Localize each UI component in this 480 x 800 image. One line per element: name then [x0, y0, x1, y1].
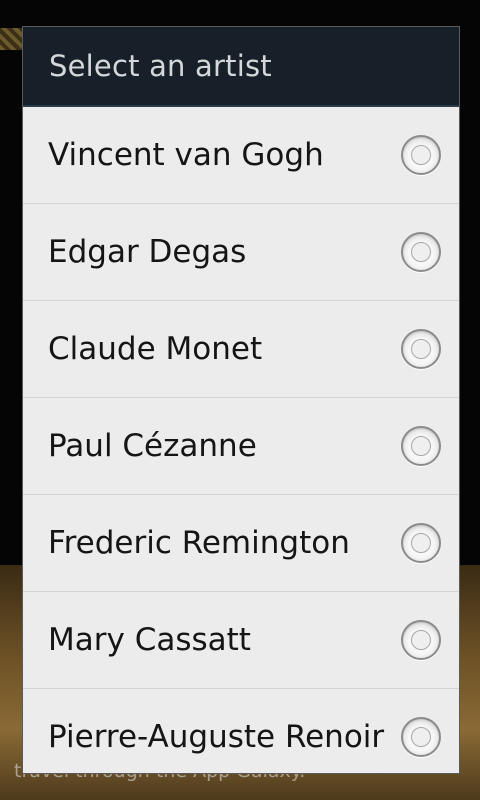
list-item-edgar-degas[interactable]: Edgar Degas	[23, 204, 459, 301]
radio-button[interactable]	[401, 232, 441, 272]
dialog-title: Select an artist	[49, 49, 272, 83]
radio-button[interactable]	[401, 426, 441, 466]
radio-circle-icon	[411, 145, 431, 165]
select-artist-dialog: Select an artist Vincent van Gogh Edgar …	[22, 26, 460, 774]
radio-circle-icon	[411, 630, 431, 650]
radio-button[interactable]	[401, 717, 441, 757]
list-item-label: Frederic Remington	[48, 525, 350, 561]
radio-circle-icon	[411, 339, 431, 359]
list-item-label: Paul Cézanne	[48, 428, 257, 464]
screen: travel through the App Galaxy. Select an…	[0, 0, 480, 800]
list-item-label: Edgar Degas	[48, 234, 247, 270]
list-item-label: Vincent van Gogh	[48, 137, 324, 173]
background-thumbnail	[0, 28, 22, 50]
list-item-label: Mary Cassatt	[48, 622, 251, 658]
list-item-pierre-auguste-renoir[interactable]: Pierre-Auguste Renoir	[23, 689, 459, 773]
list-item-paul-cezanne[interactable]: Paul Cézanne	[23, 398, 459, 495]
radio-circle-icon	[411, 242, 431, 262]
radio-circle-icon	[411, 533, 431, 553]
list-item-frederic-remington[interactable]: Frederic Remington	[23, 495, 459, 592]
list-item-label: Pierre-Auguste Renoir	[48, 719, 385, 755]
radio-button[interactable]	[401, 620, 441, 660]
list-item-vincent-van-gogh[interactable]: Vincent van Gogh	[23, 107, 459, 204]
artist-list: Vincent van Gogh Edgar Degas Claude Mone…	[23, 107, 459, 773]
list-item-claude-monet[interactable]: Claude Monet	[23, 301, 459, 398]
list-item-label: Claude Monet	[48, 331, 263, 367]
radio-button[interactable]	[401, 135, 441, 175]
radio-circle-icon	[411, 727, 431, 747]
list-item-mary-cassatt[interactable]: Mary Cassatt	[23, 592, 459, 689]
radio-button[interactable]	[401, 523, 441, 563]
dialog-header: Select an artist	[23, 27, 459, 107]
radio-button[interactable]	[401, 329, 441, 369]
radio-circle-icon	[411, 436, 431, 456]
